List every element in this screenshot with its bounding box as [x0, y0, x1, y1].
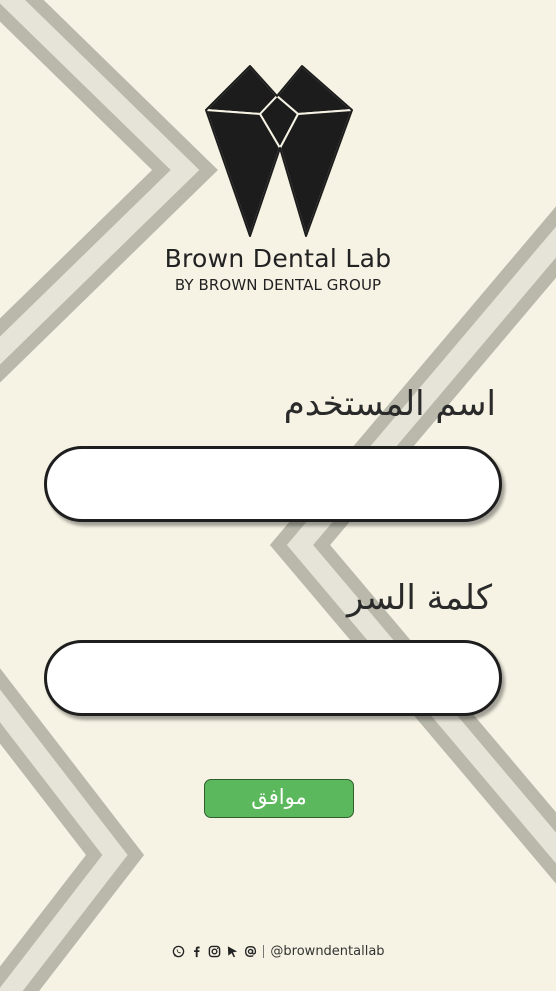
cursor-icon[interactable] — [225, 944, 239, 958]
password-input[interactable] — [44, 640, 502, 716]
instagram-icon[interactable] — [207, 944, 221, 958]
tooth-logo-icon — [205, 65, 353, 237]
brand-tagline: BY BROWN DENTAL GROUP — [174, 276, 382, 294]
password-label: كلمة السر — [346, 578, 492, 618]
username-input[interactable] — [44, 446, 502, 522]
submit-button[interactable]: موافق — [204, 779, 354, 818]
brand-name: Brown Dental Lab — [164, 244, 392, 273]
username-label: اسم المستخدم — [283, 384, 496, 424]
whatsapp-icon[interactable] — [171, 944, 185, 958]
social-handle[interactable]: @browndentallab — [270, 944, 384, 959]
social-footer: @browndentallab — [0, 941, 556, 961]
facebook-icon[interactable] — [189, 944, 203, 958]
at-icon[interactable] — [243, 944, 257, 958]
footer-divider — [263, 944, 265, 958]
